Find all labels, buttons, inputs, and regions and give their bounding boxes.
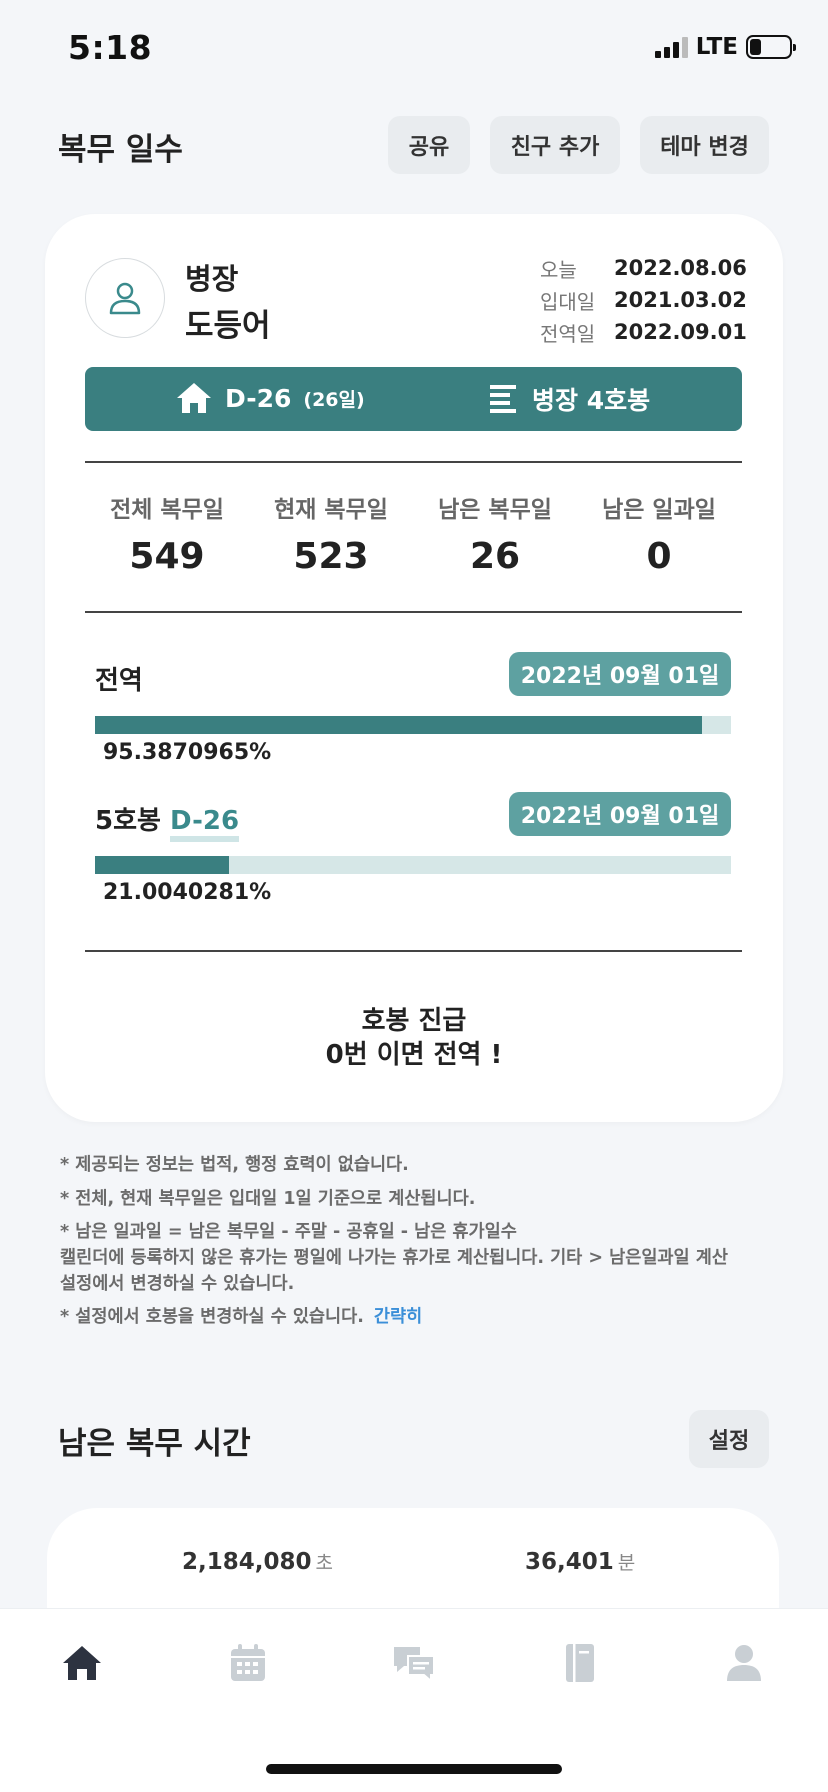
add-friend-button[interactable]: 친구 추가: [490, 116, 620, 174]
chat-icon: [394, 1647, 435, 1682]
collapse-link[interactable]: 간략히: [374, 1307, 422, 1327]
dday-days: (26일): [303, 388, 365, 411]
calendar-icon: [231, 1644, 265, 1681]
soldier-name: 도등어: [185, 308, 271, 344]
date-value: 2021.03.02: [614, 288, 747, 312]
list-icon: [490, 385, 516, 413]
remaining-time-title: 남은 복무 시간: [58, 1426, 251, 1462]
promotion-line-1: 호봉 진급: [361, 1006, 467, 1036]
page-title: 복무 일수: [58, 132, 183, 168]
discharge-date-badge[interactable]: 2022년 09월 01일: [509, 652, 731, 696]
rank-label: 병장: [185, 262, 239, 296]
note-workdays-settings: 설정에서 변경하실 수 있습니다.: [60, 1274, 295, 1294]
grade-dday-link[interactable]: D-26: [170, 806, 240, 842]
minutes-unit: 분: [617, 1552, 636, 1574]
stat-label: 현재 복무일: [274, 497, 388, 523]
tab-calendar[interactable]: [213, 1638, 283, 1688]
promotion-line-2: 0번 이면 전역 !: [325, 1040, 503, 1070]
note-calc: * 전체, 현재 복무일은 입대일 1일 기준으로 계산됩니다.: [60, 1189, 476, 1209]
stat-remaining-workdays: 남은 일과일 0: [577, 490, 741, 577]
tab-notebook[interactable]: [545, 1638, 615, 1688]
stat-label: 남은 일과일: [602, 497, 716, 523]
home-icon: [177, 383, 211, 413]
grade-progress-percent: 21.0040281%: [103, 880, 272, 905]
tab-home[interactable]: [47, 1638, 117, 1688]
divider: [85, 611, 742, 613]
stat-label: 남은 복무일: [438, 497, 552, 523]
date-value: 2022.09.01: [614, 320, 747, 344]
stat-label: 전체 복무일: [110, 497, 224, 523]
grade-label: 5호봉: [95, 806, 161, 836]
rank-grade: 병장 4호봉: [532, 386, 651, 415]
share-button[interactable]: 공유: [388, 116, 470, 174]
tab-profile[interactable]: [709, 1638, 779, 1688]
user-icon: [109, 282, 141, 315]
discharge-progress-percent: 95.3870965%: [103, 740, 272, 765]
tab-chat[interactable]: [379, 1638, 449, 1688]
date-row-discharge: 전역일 2022.09.01: [540, 316, 747, 348]
progress-fill: [95, 716, 702, 734]
grade-progress-bar: [95, 856, 731, 874]
stat-value: 523: [293, 536, 369, 577]
note-workdays-formula: * 남은 일과일 = 남은 복무일 - 주말 - 공휴일 - 남은 휴가일수: [60, 1222, 517, 1242]
theme-change-button[interactable]: 테마 변경: [640, 116, 769, 174]
dday-banner[interactable]: D-26 (26일) 병장 4호봉: [85, 367, 742, 431]
date-label: 전역일: [540, 321, 596, 346]
seconds-value: 2,184,080: [182, 1549, 312, 1575]
stat-value: 26: [469, 536, 521, 577]
grade-section: 병장 4호봉: [490, 381, 650, 417]
grade-progress-label: 5호봉 D-26: [95, 800, 240, 842]
remaining-seconds: 2,184,080 초: [182, 1548, 333, 1575]
notebook-icon: [566, 1644, 594, 1682]
date-row-today: 오늘 2022.08.06: [540, 252, 747, 284]
date-label: 입대일: [540, 289, 596, 314]
divider: [85, 950, 742, 952]
dday-section: D-26 (26일): [175, 381, 365, 415]
note-grade-text: * 설정에서 호봉을 변경하실 수 있습니다.: [60, 1307, 364, 1327]
date-row-enlist: 입대일 2021.03.02: [540, 284, 747, 316]
grade-date-badge[interactable]: 2022년 09월 01일: [509, 792, 731, 836]
settings-button[interactable]: 설정: [689, 1410, 769, 1468]
network-label: LTE: [695, 34, 738, 60]
note-legal: * 제공되는 정보는 법적, 행정 효력이 없습니다.: [60, 1155, 409, 1175]
minutes-value: 36,401: [525, 1549, 614, 1575]
stat-value: 0: [646, 536, 672, 577]
dday-value: D-26: [225, 383, 292, 413]
stat-current-days: 현재 복무일 523: [249, 490, 413, 577]
home-indicator: [266, 1764, 562, 1774]
battery-icon: [746, 35, 796, 59]
divider: [85, 461, 742, 463]
date-value: 2022.08.06: [614, 256, 747, 280]
home-icon: [63, 1646, 101, 1680]
date-info: 오늘 2022.08.06 입대일 2021.03.02 전역일 2022.09…: [540, 252, 747, 348]
date-label: 오늘: [540, 257, 577, 282]
stat-value: 549: [129, 536, 205, 577]
status-indicators: LTE: [654, 34, 796, 60]
discharge-progress-label: 전역: [95, 666, 143, 696]
seconds-unit: 초: [315, 1552, 333, 1574]
signal-icon: [654, 36, 688, 58]
stat-remaining-days: 남은 복무일 26: [413, 490, 577, 577]
status-time: 5:18: [68, 28, 153, 67]
stat-total-days: 전체 복무일 549: [85, 490, 249, 577]
note-grade-settings: * 설정에서 호봉을 변경하실 수 있습니다. 간략히: [60, 1304, 422, 1330]
avatar[interactable]: [85, 258, 165, 338]
remaining-minutes: 36,401 분: [525, 1548, 635, 1575]
note-workdays-detail: 캘린더에 등록하지 않은 휴가는 평일에 나가는 휴가로 계산됩니다. 기타 >…: [60, 1248, 728, 1268]
discharge-progress-bar: [95, 716, 731, 734]
profile-icon: [727, 1645, 761, 1681]
progress-fill: [95, 856, 229, 874]
